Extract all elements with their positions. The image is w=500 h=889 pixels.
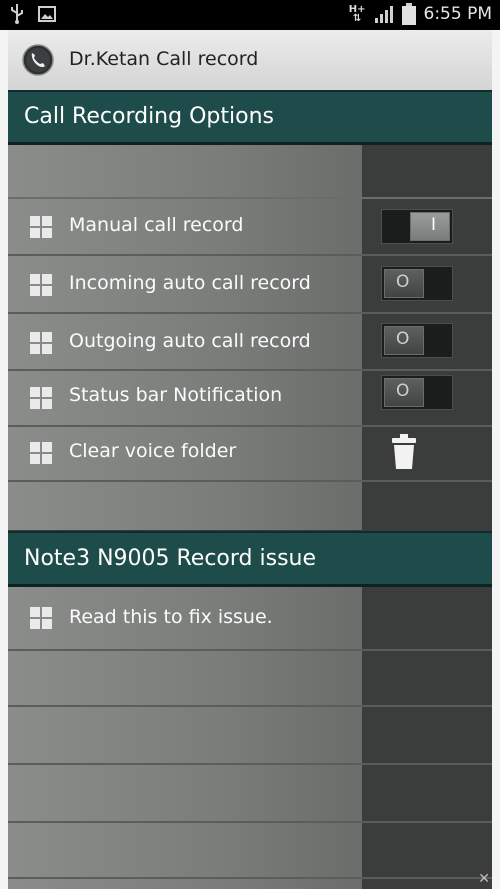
app-window: Dr.Ketan Call record Call Recording Opti… bbox=[8, 30, 492, 889]
empty-row bbox=[8, 651, 492, 707]
row-label: Read this to fix issue. bbox=[69, 606, 273, 628]
toggle-mark: I bbox=[431, 215, 437, 235]
grid-icon bbox=[30, 442, 52, 464]
signal-icon bbox=[374, 6, 393, 23]
list-spacer bbox=[8, 145, 492, 199]
row-label: Manual call record bbox=[69, 214, 244, 236]
row-label: Outgoing auto call record bbox=[69, 330, 311, 352]
image-icon bbox=[38, 6, 56, 22]
grid-icon bbox=[30, 274, 52, 296]
grid-icon bbox=[30, 216, 52, 238]
call-recording-options-panel: Manual call record I Incoming auto call … bbox=[8, 145, 492, 530]
row-label: Incoming auto call record bbox=[69, 272, 311, 294]
grid-icon bbox=[30, 332, 52, 354]
record-issue-panel: Read this to fix issue. ✕ bbox=[8, 587, 492, 889]
status-bar: H+ ⇅ 6:55 PM bbox=[0, 0, 500, 30]
row-clear-voice-folder[interactable]: Clear voice folder bbox=[8, 427, 492, 482]
status-bar-notification-toggle[interactable]: O bbox=[381, 375, 453, 410]
incoming-auto-call-record-toggle[interactable]: O bbox=[381, 266, 453, 301]
clock: 6:55 PM bbox=[423, 4, 493, 24]
close-icon[interactable]: ✕ bbox=[478, 871, 490, 887]
row-label: Clear voice folder bbox=[69, 440, 237, 462]
section-header-record-issue: Note3 N9005 Record issue bbox=[8, 531, 492, 587]
grid-icon bbox=[30, 607, 52, 629]
battery-icon bbox=[401, 3, 416, 25]
network-type-indicator: H+ ⇅ bbox=[348, 4, 366, 24]
row-read-this-to-fix-issue[interactable]: Read this to fix issue. bbox=[8, 587, 492, 651]
toggle-knob bbox=[410, 212, 450, 241]
toggle-mark: O bbox=[396, 329, 410, 349]
row-incoming-auto-call-record[interactable]: Incoming auto call record O bbox=[8, 256, 492, 314]
section-title: Call Recording Options bbox=[24, 104, 274, 129]
toggle-mark: O bbox=[396, 381, 410, 401]
action-bar: Dr.Ketan Call record bbox=[8, 30, 492, 91]
usb-icon bbox=[11, 4, 23, 24]
empty-row bbox=[8, 765, 492, 823]
section-header-call-recording-options: Call Recording Options bbox=[8, 90, 492, 145]
row-label: Status bar Notification bbox=[69, 384, 283, 406]
section-title: Note3 N9005 Record issue bbox=[24, 546, 317, 571]
row-outgoing-auto-call-record[interactable]: Outgoing auto call record O bbox=[8, 314, 492, 371]
outgoing-auto-call-record-toggle[interactable]: O bbox=[381, 323, 453, 358]
app-title: Dr.Ketan Call record bbox=[69, 48, 259, 70]
trash-icon[interactable] bbox=[390, 434, 418, 470]
empty-row bbox=[8, 823, 492, 879]
manual-call-record-toggle[interactable]: I bbox=[381, 209, 453, 244]
empty-row bbox=[8, 707, 492, 765]
row-status-bar-notification[interactable]: Status bar Notification O bbox=[8, 371, 492, 427]
row-manual-call-record[interactable]: Manual call record I bbox=[8, 199, 492, 256]
phone-icon[interactable] bbox=[22, 44, 54, 76]
grid-icon bbox=[30, 387, 52, 409]
toggle-mark: O bbox=[396, 272, 410, 292]
